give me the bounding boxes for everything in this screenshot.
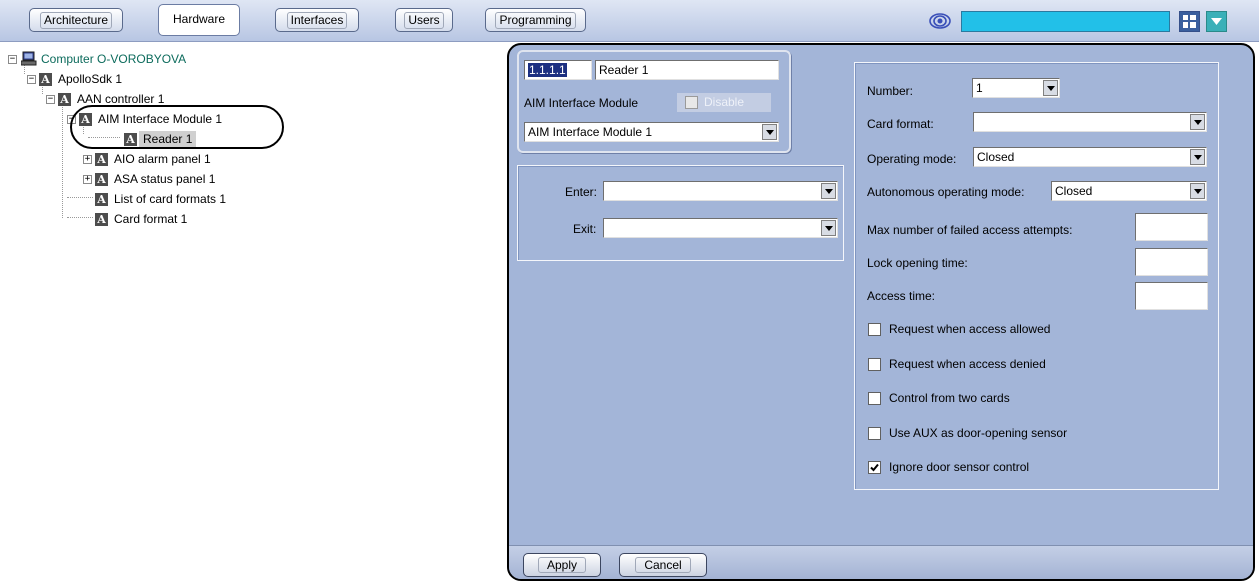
number-select[interactable]: 1 [972,78,1060,98]
checkmark-icon [870,463,879,472]
chevron-down-icon[interactable] [1190,114,1205,130]
expand-icon[interactable]: + [83,155,92,164]
chevron-down-icon[interactable] [821,183,836,199]
exit-select[interactable] [603,218,838,238]
lock-opening-time-input[interactable] [1135,248,1208,276]
number-label: Number: [867,84,914,98]
apollo-device-icon: A [95,153,108,166]
operating-mode-select[interactable]: Closed [973,147,1207,167]
operating-mode-label: Operating mode: [867,152,957,166]
checkbox-label: Request when access denied [889,357,1046,371]
ignore-door-sensor-checkbox[interactable] [868,461,881,474]
use-aux-checkbox[interactable] [868,427,881,440]
tree-connector [67,217,93,218]
tab-interfaces[interactable]: Interfaces [275,8,359,32]
control-two-cards-checkbox[interactable] [868,392,881,405]
apply-button[interactable]: Apply [523,553,601,577]
access-time-input[interactable] [1135,282,1208,310]
apollo-device-icon: A [95,193,108,206]
hardware-tree: − Computer O-VOROBYOVA − A ApolloSdk 1 −… [8,50,503,580]
disable-checkbox[interactable] [685,96,698,109]
collapse-icon[interactable]: − [27,75,36,84]
settings-panel: 1.1.1.1 Reader 1 AIM Interface Module Di… [507,43,1255,581]
request-access-denied-checkbox[interactable] [868,358,881,371]
tab-hardware[interactable]: Hardware [158,4,240,36]
apollo-device-icon: A [95,173,108,186]
tab-architecture[interactable]: Architecture [29,8,123,32]
collapse-icon[interactable]: − [46,95,55,104]
chevron-down-icon[interactable] [821,220,836,236]
layout-grid-icon[interactable] [1179,11,1200,32]
checkbox-label: Ignore door sensor control [889,460,1030,474]
menu-down-icon[interactable] [1206,11,1227,32]
max-failed-attempts-label: Max number of failed access attempts: [867,223,1073,237]
chevron-down-icon[interactable] [1190,149,1205,165]
tree-item-label: AIO alarm panel 1 [114,152,211,166]
highlight-ellipse [70,105,284,149]
access-time-label: Access time: [867,289,936,303]
top-tab-bar: Architecture Hardware Interfaces Users P… [0,0,1259,42]
tree-item-label: ASA status panel 1 [114,172,216,186]
autonomous-mode-select[interactable]: Closed [1051,181,1207,201]
object-name-field[interactable]: Reader 1 [595,60,779,80]
tab-users[interactable]: Users [395,8,453,32]
apollo-device-icon: A [58,93,71,106]
exit-label: Exit: [573,222,597,236]
cancel-button[interactable]: Cancel [619,553,707,577]
tree-item-label: List of card formats 1 [114,192,227,206]
expand-icon[interactable]: + [83,175,92,184]
tree-connector [62,100,63,218]
chevron-down-icon[interactable] [1043,80,1058,96]
autonomous-mode-label: Autonomous operating mode: [867,185,1025,199]
request-access-allowed-checkbox[interactable] [868,323,881,336]
enter-label: Enter: [565,185,598,199]
tab-programming[interactable]: Programming [485,8,586,32]
status-field[interactable] [961,11,1170,32]
apollo-device-icon: A [39,73,52,86]
collapse-icon[interactable]: − [8,55,17,64]
button-bar: Apply Cancel [509,545,1253,579]
tree-item-label: ApolloSdk 1 [58,72,123,86]
object-id-field[interactable]: 1.1.1.1 [524,60,592,80]
disable-checkbox-area[interactable]: Disable [677,93,771,112]
tree-item-label: Card format 1 [114,212,188,226]
card-format-label: Card format: [867,117,934,131]
parent-label: AIM Interface Module [524,96,639,110]
checkbox-label: Use AUX as door-opening sensor [889,426,1068,440]
enter-select[interactable] [603,181,838,201]
tree-item-label: Computer O-VOROBYOVA [41,52,187,66]
computer-icon [21,51,37,66]
tree-connector [67,197,93,198]
chevron-down-icon[interactable] [762,124,777,140]
checkbox-label: Request when access allowed [889,322,1051,336]
card-format-select[interactable] [973,112,1207,132]
parent-select[interactable]: AIM Interface Module 1 [524,122,779,142]
max-failed-attempts-input[interactable] [1135,213,1208,241]
eye-icon[interactable] [929,12,951,30]
chevron-down-icon[interactable] [1190,183,1205,199]
zones-box [517,165,844,261]
lock-opening-time-label: Lock opening time: [867,256,968,270]
apollo-device-icon: A [95,213,108,226]
checkbox-label: Control from two cards [889,391,1010,405]
